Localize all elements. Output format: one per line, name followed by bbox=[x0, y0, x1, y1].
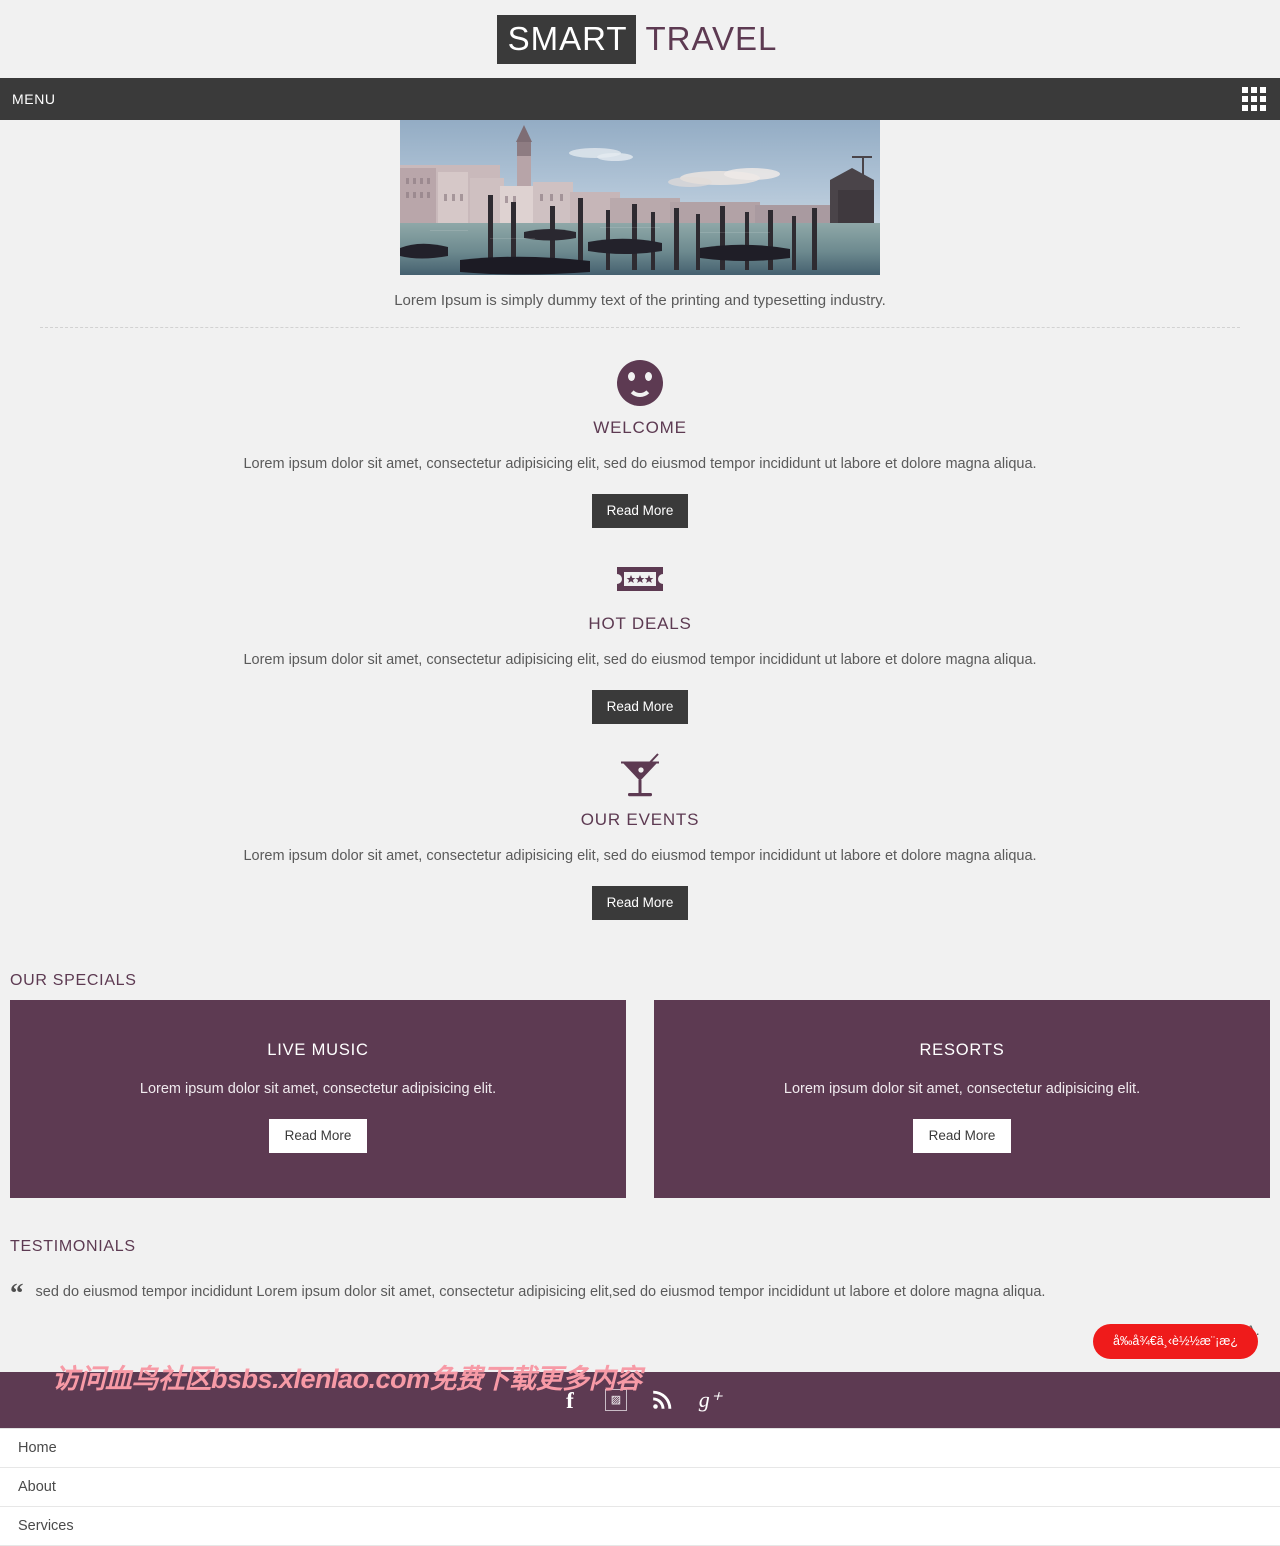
hero-tagline: Lorem Ipsum is simply dummy text of the … bbox=[394, 292, 886, 309]
testimonial-author: - LOREM IPSUM USA. bbox=[10, 1302, 1270, 1338]
feature-text: Lorem ipsum dolor sit amet, consectetur … bbox=[243, 848, 1037, 864]
grid-cell bbox=[1251, 105, 1257, 111]
testimonials-heading: TESTIMONIALS bbox=[10, 1238, 136, 1255]
special-title: LIVE MUSIC bbox=[267, 1041, 369, 1059]
rss-icon[interactable] bbox=[649, 1387, 675, 1413]
feature-text: Lorem ipsum dolor sit amet, consectetur … bbox=[243, 456, 1037, 472]
read-more-button[interactable]: Read More bbox=[268, 1119, 368, 1153]
footer-social-bar: f ▨ g⁺ bbox=[0, 1372, 1280, 1429]
read-more-button[interactable]: Read More bbox=[591, 494, 689, 528]
special-card-live-music: LIVE MUSIC Lorem ipsum dolor sit amet, c… bbox=[10, 1000, 626, 1198]
smiley-mouth bbox=[627, 379, 653, 397]
feature-hot-deals: HOT DEALS Lorem ipsum dolor sit amet, co… bbox=[0, 552, 1280, 748]
testimonial-text: sed do eiusmod tempor incididunt Lorem i… bbox=[35, 1284, 1046, 1300]
testimonial-item: “ sed do eiusmod tempor incididunt Lorem… bbox=[10, 1278, 1270, 1308]
grid-cell bbox=[1242, 87, 1248, 93]
nav-item-services[interactable]: Services bbox=[0, 1507, 1280, 1546]
feature-title: HOT DEALS bbox=[588, 614, 692, 633]
specials-heading: OUR SPECIALS bbox=[10, 972, 137, 989]
quote-icon: “ bbox=[10, 1278, 24, 1308]
smiley-icon bbox=[0, 356, 1280, 410]
grid-cell bbox=[1260, 105, 1266, 111]
special-text: Lorem ipsum dolor sit amet, consectetur … bbox=[783, 1081, 1141, 1097]
grid-cell bbox=[1260, 96, 1266, 102]
feature-text: Lorem ipsum dolor sit amet, consectetur … bbox=[243, 652, 1037, 668]
smiley-face bbox=[617, 360, 663, 406]
rss-glyph bbox=[653, 1390, 672, 1410]
specials-grid: LIVE MUSIC Lorem ipsum dolor sit amet, c… bbox=[0, 1000, 1280, 1198]
grid-icon[interactable] bbox=[1242, 87, 1266, 111]
grid-cell bbox=[1251, 96, 1257, 102]
nav-item-home[interactable]: Home bbox=[0, 1429, 1280, 1469]
floating-download-button[interactable]: å‰å¾€ä¸‹è½½æ¨¡æ¿ bbox=[1092, 1324, 1258, 1359]
cocktail-icon bbox=[0, 748, 1280, 802]
logo-text-smart: SMART bbox=[496, 14, 637, 64]
site-header: SMART TRAVEL bbox=[0, 0, 1280, 78]
logo-text-travel: TRAVEL bbox=[645, 19, 778, 57]
read-more-button[interactable]: Read More bbox=[912, 1119, 1012, 1153]
feature-our-events: OUR EVENTS Lorem ipsum dolor sit amet, c… bbox=[0, 748, 1280, 944]
special-card-resorts: RESORTS Lorem ipsum dolor sit amet, cons… bbox=[654, 1000, 1270, 1198]
venice-illustration bbox=[400, 120, 880, 275]
feature-title: WELCOME bbox=[593, 418, 687, 437]
grid-cell bbox=[1242, 105, 1248, 111]
site-logo[interactable]: SMART TRAVEL bbox=[496, 14, 784, 64]
grid-cell bbox=[1260, 87, 1266, 93]
twitter-icon[interactable]: ▨ bbox=[605, 1389, 627, 1412]
feature-title: OUR EVENTS bbox=[580, 810, 700, 829]
special-text: Lorem ipsum dolor sit amet, consectetur … bbox=[139, 1081, 497, 1097]
features-section: WELCOME Lorem ipsum dolor sit amet, cons… bbox=[0, 328, 1280, 954]
google-plus-icon[interactable]: g⁺ bbox=[697, 1387, 723, 1413]
menu-bar: MENU bbox=[0, 78, 1280, 120]
facebook-icon[interactable]: f bbox=[557, 1387, 583, 1413]
read-more-button[interactable]: Read More bbox=[591, 690, 689, 724]
bottom-nav-list: Home About Services bbox=[0, 1428, 1280, 1546]
page-root: SMART TRAVEL MENU Lorem Ipsum is simply … bbox=[0, 0, 1280, 1546]
testimonials-section: TESTIMONIALS “ sed do eiusmod tempor inc… bbox=[0, 1198, 1280, 1338]
ticket-glyph bbox=[617, 567, 663, 591]
hero-image bbox=[400, 120, 880, 275]
grid-cell bbox=[1251, 87, 1257, 93]
feature-welcome: WELCOME Lorem ipsum dolor sit amet, cons… bbox=[0, 356, 1280, 552]
read-more-button[interactable]: Read More bbox=[591, 886, 689, 920]
grid-cell bbox=[1242, 96, 1248, 102]
menu-toggle-label[interactable]: MENU bbox=[12, 91, 56, 107]
specials-section: OUR SPECIALS LIVE MUSIC Lorem ipsum dolo… bbox=[0, 954, 1280, 1198]
ticket-icon bbox=[0, 552, 1280, 606]
hero-section bbox=[0, 120, 1280, 275]
nav-item-about[interactable]: About bbox=[0, 1468, 1280, 1508]
special-title: RESORTS bbox=[919, 1041, 1005, 1059]
martini-glass-glyph bbox=[621, 753, 659, 797]
